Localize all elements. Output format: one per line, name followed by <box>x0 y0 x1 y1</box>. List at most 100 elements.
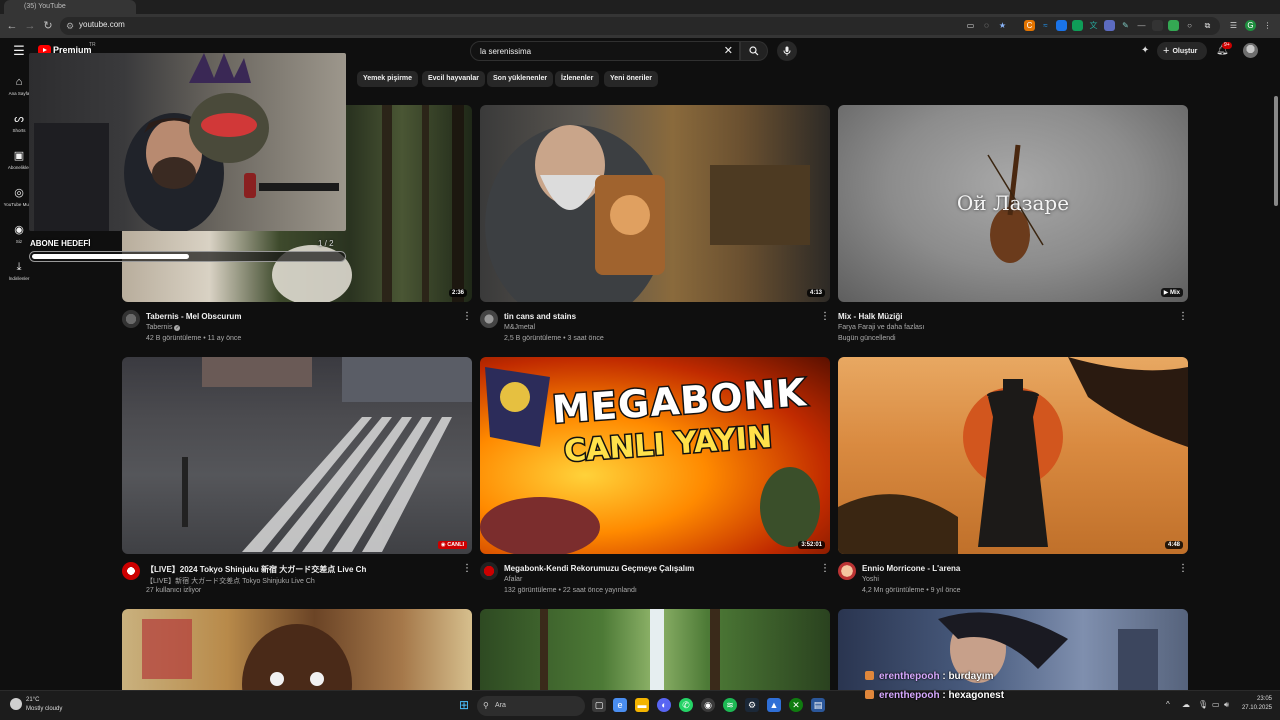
chip-recently-uploaded[interactable]: Son yüklenenler <box>487 71 554 87</box>
chip-new-to-you[interactable]: Yeni öneriler <box>604 71 659 87</box>
display-icon[interactable]: ▭ <box>1212 700 1220 709</box>
reading-list-icon[interactable]: ☰ <box>1228 20 1239 31</box>
create-button[interactable]: + Oluştur <box>1157 42 1207 60</box>
video-title[interactable]: Ennio Morricone - L'arena <box>862 564 1172 573</box>
extension-green-icon[interactable] <box>1072 20 1083 31</box>
extensions-puzzle-icon[interactable]: ⧉ <box>1202 20 1213 31</box>
channel-name[interactable]: Afalar <box>504 576 522 583</box>
video-title[interactable]: 【LIVE】2024 Tokyo Shinjuku 新宿 大ガード交差点 Liv… <box>146 564 456 575</box>
steam-icon[interactable]: ⚙ <box>745 698 759 712</box>
guide-menu-icon[interactable]: ☰ <box>12 44 26 58</box>
video-thumbnail[interactable]: ◉ CANLI <box>122 357 472 554</box>
chip-cooking[interactable]: Yemek pişirme <box>357 71 419 87</box>
channel-avatar[interactable] <box>122 310 140 328</box>
taskbar-clock[interactable]: 23:05 27.10.2025 <box>1238 695 1272 713</box>
page-scrollbar[interactable] <box>1272 66 1280 690</box>
channel-avatar[interactable] <box>122 562 140 580</box>
extension-dash-icon[interactable]: — <box>1136 20 1147 31</box>
video-card[interactable]: 4:13 tin cans and stains M&Jmetal 2,5 B … <box>480 105 830 345</box>
edge-browser-icon[interactable]: e <box>613 698 627 712</box>
extension-c-icon[interactable]: C <box>1024 20 1035 31</box>
extension-indigo-icon[interactable] <box>1104 20 1115 31</box>
task-view-icon[interactable]: ▢ <box>592 698 606 712</box>
more-options-icon[interactable]: ⋮ <box>1178 563 1188 575</box>
start-menu-icon[interactable]: ⊞ <box>457 698 471 712</box>
xbox-icon[interactable]: ✕ <box>789 698 803 712</box>
more-options-icon[interactable]: ⋮ <box>1178 311 1188 323</box>
weather-condition: Mostly cloudy <box>26 706 63 712</box>
reload-icon[interactable]: ↻ <box>40 18 56 34</box>
onedrive-icon[interactable]: ☁ <box>1182 700 1190 709</box>
video-title[interactable]: tin cans and stains <box>504 312 814 321</box>
channel-name[interactable]: Tabernis ✓ <box>146 324 181 331</box>
eye-off-icon[interactable]: ◌ <box>981 20 992 31</box>
channel-name[interactable]: Farya Faraji ve daha fazlası <box>838 324 924 331</box>
search-button[interactable] <box>740 41 768 61</box>
bookmark-star-icon[interactable]: ★ <box>997 20 1008 31</box>
browser-menu-icon[interactable]: ⋮ <box>1262 20 1273 31</box>
channel-name[interactable]: M&Jmetal <box>504 324 535 331</box>
more-options-icon[interactable]: ⋮ <box>462 311 472 323</box>
video-thumbnail[interactable] <box>480 609 830 690</box>
video-thumbnail[interactable]: 4:13 <box>480 105 830 302</box>
extension-translate-icon[interactable]: 文 <box>1088 20 1099 31</box>
extension-pen-icon[interactable]: ✎ <box>1120 20 1131 31</box>
extension-wave-icon[interactable]: ≈ <box>1040 20 1051 31</box>
chip-pets[interactable]: Evcil hayvanlar <box>422 71 485 87</box>
speaker-icon[interactable]: 🔊︎ <box>1224 700 1229 710</box>
discord-icon[interactable]: ◐ <box>657 698 671 712</box>
app-icon-blue[interactable]: ▲ <box>767 698 781 712</box>
video-card[interactable]: MEGABONK CANLI YAYIN 3:52:01 Megabonk-Ke… <box>480 357 830 597</box>
channel-avatar[interactable] <box>480 562 498 580</box>
video-title[interactable]: Mix - Halk Müziği <box>838 312 1148 321</box>
channel-avatar[interactable] <box>838 562 856 580</box>
forward-icon[interactable]: → <box>22 18 38 34</box>
taskbar-search[interactable]: ⚲ Ara <box>477 696 585 716</box>
browser-tab[interactable]: (35) YouTube <box>4 0 136 14</box>
extension-circle-icon[interactable]: ○ <box>1184 20 1195 31</box>
weather-widget[interactable]: 21°C Mostly cloudy <box>10 696 62 714</box>
back-icon[interactable]: ← <box>4 18 20 34</box>
cast-icon[interactable]: ✦ <box>1141 45 1149 56</box>
more-options-icon[interactable]: ⋮ <box>462 563 472 575</box>
extension-gray-icon[interactable] <box>1152 20 1163 31</box>
screen-cast-icon[interactable]: ▭ <box>965 20 976 31</box>
video-thumbnail[interactable]: MEGABONK CANLI YAYIN 3:52:01 <box>480 357 830 554</box>
more-options-icon[interactable]: ⋮ <box>820 563 830 575</box>
voice-search-button[interactable] <box>777 41 797 61</box>
spotify-icon[interactable]: ≋ <box>723 698 737 712</box>
app-icon-notes[interactable]: ▤ <box>811 698 825 712</box>
video-card[interactable]: ◉ CANLI 【LIVE】2024 Tokyo Shinjuku 新宿 大ガー… <box>122 357 472 597</box>
video-title[interactable]: Megabonk-Kendi Rekorumuzu Geçmeye Çalışa… <box>504 564 814 573</box>
whatsapp-icon[interactable]: ✆ <box>679 698 693 712</box>
file-explorer-icon[interactable]: ▬ <box>635 698 649 712</box>
search-input[interactable]: la serenissima ✕ <box>470 41 740 61</box>
video-thumbnail[interactable]: 4:48 <box>838 357 1188 554</box>
video-duration: 3:52:01 <box>798 541 825 549</box>
site-info-icon[interactable]: ⚙ <box>66 21 76 31</box>
chip-watched[interactable]: İzlenenler <box>555 71 600 87</box>
video-card[interactable]: Ой Лазаре ▶ Mix Mix - Halk Müziği Farya … <box>838 105 1188 345</box>
clear-search-icon[interactable]: ✕ <box>724 45 733 57</box>
video-card[interactable]: 4:48 Ennio Morricone - L'arena Yoshi 4,2… <box>838 357 1188 597</box>
extension-lime-icon[interactable] <box>1168 20 1179 31</box>
obs-icon[interactable]: ◉ <box>701 698 715 712</box>
video-title[interactable]: Tabernis - Mel Obscurum <box>146 312 456 321</box>
extension-blue-icon[interactable] <box>1056 20 1067 31</box>
channel-name[interactable]: 【LIVE】新宿 大ガード交差点 Tokyo Shinjuku Live Ch <box>146 576 315 586</box>
tray-overflow-icon[interactable]: ^ <box>1166 700 1170 709</box>
scrollbar-thumb[interactable] <box>1274 96 1278 206</box>
clock-time: 23:05 <box>1256 696 1272 702</box>
guide-item-downloads[interactable]: ⤓ İndirilenler <box>0 257 38 293</box>
video-meta: Bugün güncellendi <box>838 335 896 342</box>
profile-icon[interactable]: G <box>1245 20 1256 31</box>
video-thumbnail[interactable]: Ой Лазаре ▶ Mix <box>838 105 1188 302</box>
chat-text: hexagonest <box>948 690 1005 701</box>
channel-name[interactable]: Yoshi <box>862 576 879 583</box>
account-avatar[interactable] <box>1243 43 1258 58</box>
microphone-tray-icon[interactable]: 🎙︎ <box>1198 700 1208 709</box>
more-options-icon[interactable]: ⋮ <box>820 311 830 323</box>
channel-avatar[interactable] <box>480 310 498 328</box>
live-label: CANLI <box>447 542 464 548</box>
video-thumbnail[interactable] <box>122 609 472 690</box>
